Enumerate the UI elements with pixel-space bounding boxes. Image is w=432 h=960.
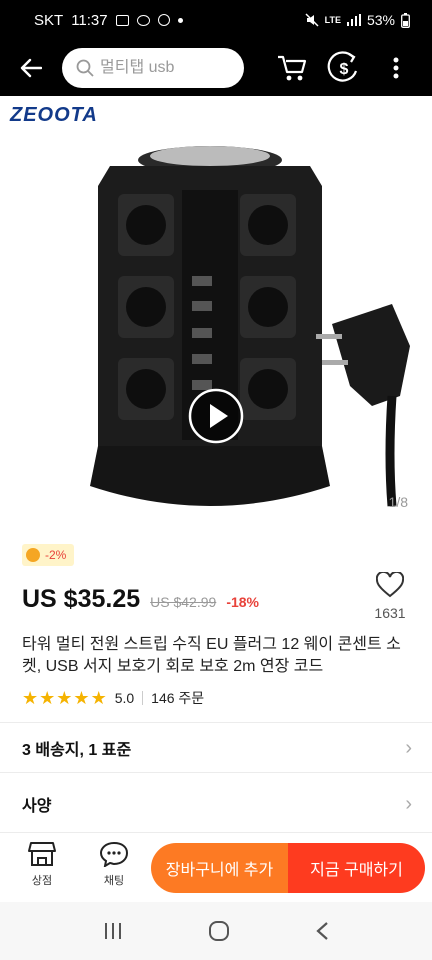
- rating-row[interactable]: ★ ★ ★ ★ ★ 5.0 146 주문: [22, 688, 204, 708]
- coupon-label: -2%: [45, 548, 67, 562]
- gallery-notification-icon: [115, 14, 129, 26]
- add-to-cart-button[interactable]: 장바구니에 추가: [151, 843, 288, 893]
- back-button[interactable]: [0, 40, 62, 96]
- buy-now-button[interactable]: 지금 구매하기: [288, 843, 425, 893]
- more-menu-button[interactable]: [374, 40, 418, 96]
- wishlist-button[interactable]: 1631: [370, 570, 410, 621]
- star-icon: ★: [56, 688, 73, 708]
- talk-notification-icon: [157, 14, 170, 26]
- cart-button[interactable]: [270, 40, 314, 96]
- home-icon[interactable]: [208, 920, 230, 942]
- recent-apps-icon[interactable]: [103, 922, 123, 940]
- current-price: US $35.25: [22, 585, 141, 613]
- chevron-right-icon: ›: [405, 736, 412, 759]
- star-icon: ★: [22, 688, 39, 708]
- back-nav-icon[interactable]: [315, 921, 329, 941]
- heart-icon: [375, 570, 405, 598]
- share-button[interactable]: $: [322, 40, 366, 96]
- status-bar: SKT 11:37 LTE 53%: [0, 0, 432, 40]
- more-notifications-icon: [177, 17, 183, 23]
- top-bar: $: [0, 40, 432, 96]
- back-arrow-icon: [20, 58, 42, 78]
- network-type: LTE: [324, 15, 341, 25]
- store-label: 상점: [31, 875, 53, 887]
- rating-value: 5.0: [114, 690, 135, 706]
- star-icon: ★: [73, 688, 90, 708]
- shipping-row[interactable]: 3 배송지, 1 표준 ›: [22, 728, 412, 768]
- svg-text:$: $: [340, 61, 349, 78]
- battery-icon: [401, 12, 410, 28]
- star-icon: ★: [39, 688, 56, 708]
- order-count: 146 주문: [151, 690, 205, 706]
- share-dollar-icon: $: [327, 51, 358, 82]
- store-icon: [28, 842, 56, 866]
- shipping-label: 3 배송지, 1 표준: [22, 742, 132, 759]
- chevron-right-icon: ›: [405, 792, 412, 815]
- original-price: US $42.99: [150, 594, 217, 610]
- power-strip-image: [90, 146, 410, 507]
- coupon-icon: [26, 548, 40, 562]
- shopping-cart-icon: [278, 55, 307, 81]
- signal-icon: [346, 14, 361, 26]
- mute-icon: [305, 13, 319, 27]
- chat-button[interactable]: 채팅: [86, 841, 142, 888]
- chat-label: 채팅: [103, 875, 125, 887]
- rating-stars: ★ ★ ★ ★ ★: [22, 689, 107, 707]
- search-input[interactable]: [100, 59, 230, 77]
- product-image-gallery[interactable]: ZEOOTA 1/8: [0, 96, 432, 528]
- section-divider: [0, 772, 432, 773]
- rating-separator: [142, 691, 144, 705]
- store-button[interactable]: 상점: [14, 841, 70, 888]
- more-vertical-icon: [393, 57, 399, 79]
- image-page-indicator: 1/8: [388, 494, 408, 510]
- system-navigation-bar: [0, 902, 432, 960]
- discount-percent: -18%: [226, 594, 259, 610]
- chat-icon: [99, 841, 129, 869]
- app-notification-icon: [136, 14, 150, 26]
- section-divider: [0, 722, 432, 723]
- bottom-action-bar: 상점 채팅 장바구니에 추가 지금 구매하기: [0, 832, 432, 902]
- search-icon: [76, 59, 94, 77]
- battery-level: 53%: [366, 12, 395, 28]
- carrier-label: SKT: [34, 11, 64, 29]
- specs-label: 사양: [22, 798, 52, 815]
- price-row: US $35.25 US $42.99 -18%: [22, 585, 259, 614]
- specs-row[interactable]: 사양 ›: [22, 784, 412, 824]
- star-icon: ★: [90, 688, 107, 708]
- play-video-icon[interactable]: [188, 388, 244, 444]
- coupon-badge[interactable]: -2%: [22, 544, 75, 566]
- search-bar[interactable]: [62, 48, 244, 88]
- wishlist-count: 1631: [374, 605, 406, 621]
- product-title: 타워 멀티 전원 스트립 수직 EU 플러그 12 웨이 콘센트 소켓, USB…: [22, 636, 401, 675]
- clock: 11:37: [71, 11, 108, 29]
